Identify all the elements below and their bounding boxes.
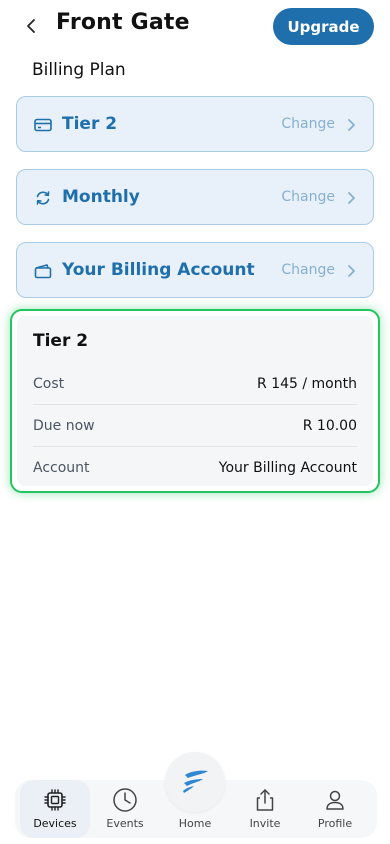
upgrade-button[interactable]: Upgrade <box>273 8 374 45</box>
home-logo-icon <box>183 770 208 793</box>
summary-row-due-now: Due now R 10.00 <box>33 405 357 447</box>
billing-period-option[interactable]: Monthly Change <box>16 169 374 225</box>
page-title: Front Gate <box>56 10 190 35</box>
summary-value: R 10.00 <box>302 418 357 434</box>
section-label-billing-plan: Billing Plan <box>32 60 126 80</box>
home-button[interactable] <box>165 752 225 812</box>
summary-row-account: Account Your Billing Account <box>33 447 357 489</box>
billing-account-label: Your Billing Account <box>62 260 255 280</box>
chevron-right-icon <box>345 117 357 133</box>
summary-title: Tier 2 <box>33 331 89 351</box>
change-link[interactable]: Change <box>281 189 335 205</box>
tab-invite[interactable]: Invite <box>230 780 300 838</box>
credit-card-icon <box>33 115 53 135</box>
tab-devices-label: Devices <box>33 817 77 830</box>
tab-profile-label: Profile <box>317 817 353 830</box>
summary-key: Cost <box>33 376 65 392</box>
tab-home-label: Home <box>178 817 212 830</box>
wallet-icon <box>33 261 53 281</box>
billing-period-label: Monthly <box>62 187 140 207</box>
plan-summary-body: Tier 2 Cost R 145 / month Due now R 10.0… <box>17 316 373 486</box>
clock-icon <box>111 786 139 814</box>
tab-profile[interactable]: Profile <box>300 780 370 838</box>
billing-account-option[interactable]: Your Billing Account Change <box>16 242 374 298</box>
tab-events-label: Events <box>106 817 144 830</box>
chevron-left-icon <box>27 19 35 33</box>
refresh-icon <box>33 188 53 208</box>
change-link[interactable]: Change <box>281 262 335 278</box>
summary-value: Your Billing Account <box>218 460 357 476</box>
summary-value: R 145 / month <box>257 376 357 392</box>
change-link[interactable]: Change <box>281 116 335 132</box>
chevron-right-icon <box>345 263 357 279</box>
plan-summary-card: Tier 2 Cost R 145 / month Due now R 10.0… <box>10 309 380 493</box>
chip-icon <box>41 786 69 814</box>
summary-row-cost: Cost R 145 / month <box>33 363 357 405</box>
chevron-right-icon <box>345 190 357 206</box>
tab-events[interactable]: Events <box>90 780 160 838</box>
header: Front Gate Upgrade <box>0 0 390 52</box>
share-icon <box>251 786 279 814</box>
user-icon <box>321 786 349 814</box>
plan-tier-option[interactable]: Tier 2 Change <box>16 96 374 152</box>
plan-tier-label: Tier 2 <box>62 114 118 134</box>
back-button[interactable] <box>20 14 42 38</box>
summary-key: Account <box>33 460 90 476</box>
tab-devices[interactable]: Devices <box>20 780 90 838</box>
summary-key: Due now <box>33 418 95 434</box>
tab-invite-label: Invite <box>249 817 281 830</box>
